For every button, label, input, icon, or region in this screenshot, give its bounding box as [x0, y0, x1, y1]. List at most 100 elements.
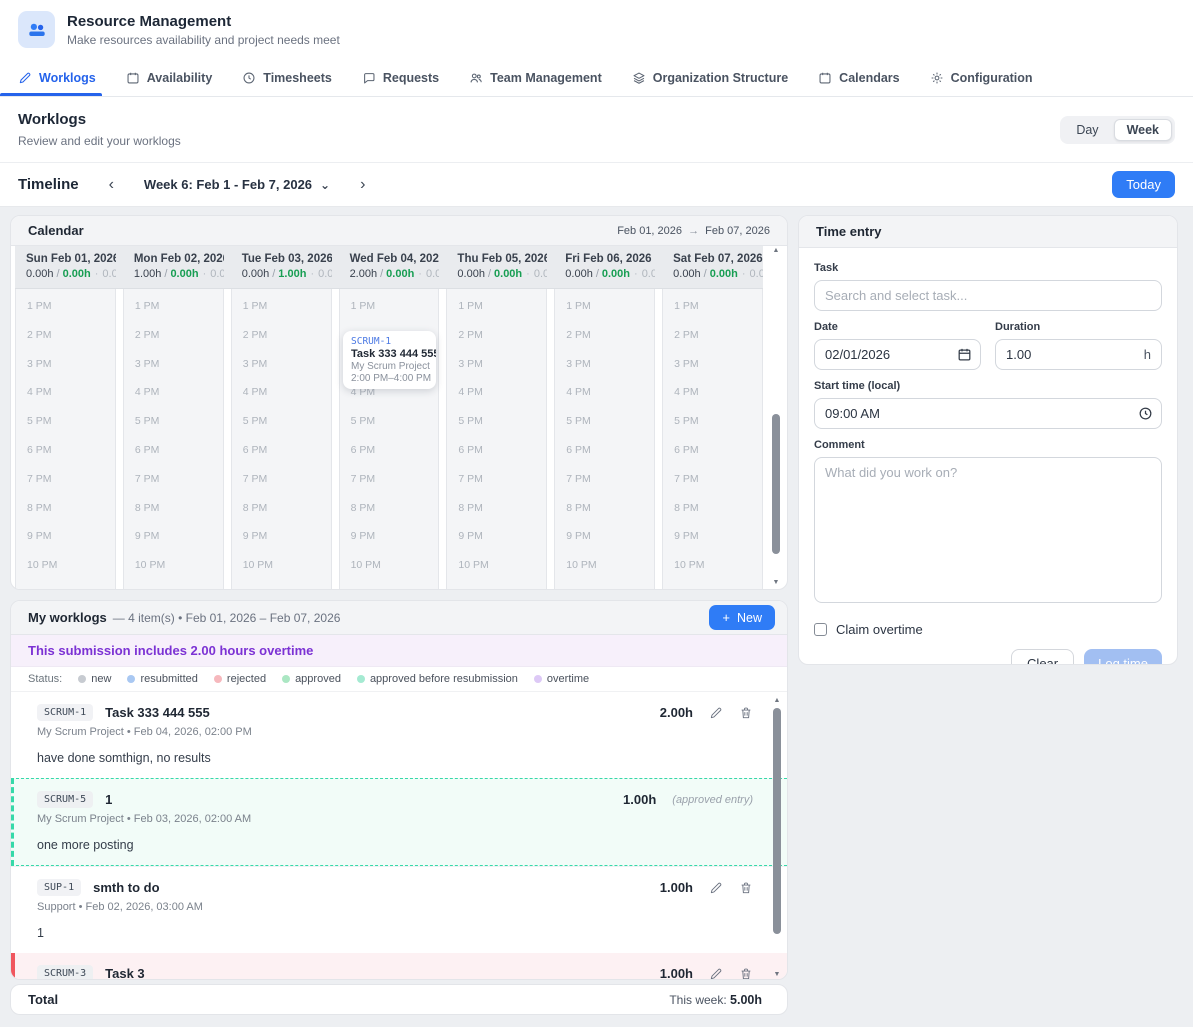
calendar-panel: Calendar Feb 01, 2026 → Feb 07, 2026 Sun… [10, 215, 788, 590]
delete-entry-button[interactable] [739, 706, 753, 720]
hour-label: 11 PM [340, 581, 439, 589]
hour-label: 9 PM [124, 523, 223, 552]
day-column[interactable]: 1 PM2 PM3 PM4 PM5 PM6 PM7 PM8 PM9 PM10 P… [15, 289, 116, 589]
duration-label: Duration [995, 321, 1162, 333]
status-dot-approved [282, 675, 290, 683]
claim-overtime-checkbox[interactable] [814, 623, 827, 636]
worklog-entry[interactable]: SCRUM-3Task 31.00hMy Scrum Project • Feb… [11, 953, 787, 980]
entry-comment: one more posting [37, 838, 753, 852]
entry-actions: 1.00h(approved entry) [623, 792, 753, 807]
tab-configuration[interactable]: Configuration [930, 59, 1033, 96]
day-header-hours: 0.00h/0.00h·0.00h [26, 268, 116, 280]
hour-label: 8 PM [447, 495, 546, 524]
task-key-chip: SCRUM-3 [37, 965, 93, 980]
scroll-down-icon[interactable]: ▼ [774, 970, 781, 980]
worklog-entry[interactable]: SCRUM-511.00h(approved entry)My Scrum Pr… [11, 778, 787, 866]
chevron-left-icon[interactable]: ‹ [105, 177, 118, 193]
comment-label: Comment [814, 439, 1162, 451]
tab-availability[interactable]: Availability [126, 59, 213, 96]
entry-title: smth to do [93, 880, 159, 895]
day-column[interactable]: 1 PM2 PM3 PM4 PM5 PM6 PM7 PM8 PM9 PM10 P… [446, 289, 547, 589]
edit-entry-button[interactable] [709, 967, 723, 981]
period-label: Week 6: Feb 1 - Feb 7, 2026 [144, 177, 312, 192]
period-dropdown[interactable]: Week 6: Feb 1 - Feb 7, 2026 ⌄ [144, 177, 330, 192]
comment-textarea[interactable] [814, 457, 1162, 603]
tab-calendars[interactable]: Calendars [818, 59, 899, 96]
day-column[interactable]: 1 PM2 PM3 PM4 PM5 PM6 PM7 PM8 PM9 PM10 P… [231, 289, 332, 589]
scroll-thumb[interactable] [773, 708, 781, 934]
day-column[interactable]: 1 PM2 PM3 PM4 PM5 PM6 PM7 PM8 PM9 PM10 P… [662, 289, 763, 589]
worklog-entries-list: SCRUM-1Task 333 444 5552.00hMy Scrum Pro… [11, 692, 787, 980]
hour-label: 10 PM [124, 552, 223, 581]
chevron-right-icon[interactable]: › [356, 177, 369, 193]
hour-label: 5 PM [555, 408, 654, 437]
time-entry-panel: Time entry Task Date [798, 215, 1178, 665]
log-time-button[interactable]: Log time [1084, 649, 1162, 665]
separator: / [485, 268, 494, 280]
scroll-thumb[interactable] [772, 414, 780, 554]
tab-worklogs[interactable]: Worklogs [18, 59, 96, 96]
scroll-track[interactable] [770, 706, 784, 970]
duration-input[interactable] [995, 339, 1162, 370]
calendar-event[interactable]: SCRUM-1 Task 333 444 555 My Scrum Projec… [343, 331, 436, 389]
tab-team-management[interactable]: Team Management [469, 59, 602, 96]
clock-icon[interactable] [1138, 406, 1153, 421]
entry-title: Task 3 [105, 966, 145, 980]
tab-timesheets[interactable]: Timesheets [242, 59, 332, 96]
tab-organization-structure[interactable]: Organization Structure [632, 59, 788, 96]
separator: · [738, 268, 750, 280]
entry-actions: 1.00h [660, 966, 753, 980]
hour-label: 4 PM [124, 379, 223, 408]
entry-comment: 1 [37, 926, 753, 940]
date-input[interactable] [814, 339, 981, 370]
arrow-right-icon: → [685, 225, 702, 237]
delete-entry-button[interactable] [739, 881, 753, 895]
duration-unit: h [1144, 347, 1151, 362]
calendar-icon[interactable] [957, 347, 972, 362]
main-content: Calendar Feb 01, 2026 → Feb 07, 2026 Sun… [0, 207, 1193, 1015]
edit-entry-button[interactable] [709, 881, 723, 895]
start-time-input[interactable] [814, 398, 1162, 429]
start-time-label: Start time (local) [814, 380, 1162, 392]
new-worklog-button[interactable]: + New [709, 605, 775, 630]
edit-entry-button[interactable] [709, 706, 723, 720]
worklog-entry[interactable]: SCRUM-1Task 333 444 5552.00hMy Scrum Pro… [11, 692, 787, 778]
status-legend-item: approved [282, 673, 341, 685]
worklogs-panel: My worklogs — 4 item(s) • Feb 01, 2026 –… [10, 600, 788, 980]
status-dot-rejected [214, 675, 222, 683]
clear-button[interactable]: Clear [1011, 649, 1074, 665]
day-header: Fri Feb 06, 20260.00h/0.00h·0.00h [554, 246, 655, 288]
today-button[interactable]: Today [1112, 171, 1175, 198]
day-header-date: Sat Feb 07, 2026 [673, 253, 763, 265]
worklog-entry[interactable]: SUP-1smth to do1.00hSupport • Feb 02, 20… [11, 866, 787, 953]
day-column[interactable]: 1 PM2 PM3 PM4 PM5 PM6 PM7 PM8 PM9 PM10 P… [123, 289, 224, 589]
hour-label: 11 PM [124, 581, 223, 589]
day-column[interactable]: 1 PM2 PM3 PM4 PM5 PM6 PM7 PM8 PM9 PM10 P… [554, 289, 655, 589]
scroll-up-icon[interactable]: ▲ [774, 696, 781, 706]
tab-requests[interactable]: Requests [362, 59, 439, 96]
separator: · [91, 268, 103, 280]
tab-label: Team Management [490, 71, 602, 85]
scroll-down-icon[interactable]: ▼ [773, 578, 780, 588]
scroll-track[interactable] [769, 256, 783, 578]
toggle-day[interactable]: Day [1063, 119, 1111, 141]
task-search-input[interactable] [814, 280, 1162, 311]
separator: · [630, 268, 642, 280]
scroll-up-icon[interactable]: ▲ [773, 246, 780, 256]
status-legend-item: approved before resubmission [357, 673, 518, 685]
status-legend-item: rejected [214, 673, 266, 685]
day-other-hours: 0.00h [426, 268, 439, 280]
status-legend-item: new [78, 673, 111, 685]
day-other-hours: 0.00h [210, 268, 223, 280]
hour-label: 8 PM [16, 495, 115, 524]
delete-entry-button[interactable] [739, 967, 753, 981]
day-submitted-hours: 0.00h [170, 268, 198, 280]
status-label: approved before resubmission [370, 673, 518, 685]
entry-title: 1 [105, 792, 112, 807]
tab-label: Availability [147, 71, 213, 85]
entry-hours: 1.00h [660, 880, 693, 895]
hour-label: 9 PM [663, 523, 762, 552]
hour-label: 7 PM [124, 466, 223, 495]
hour-label: 7 PM [663, 466, 762, 495]
toggle-week[interactable]: Week [1114, 119, 1172, 141]
